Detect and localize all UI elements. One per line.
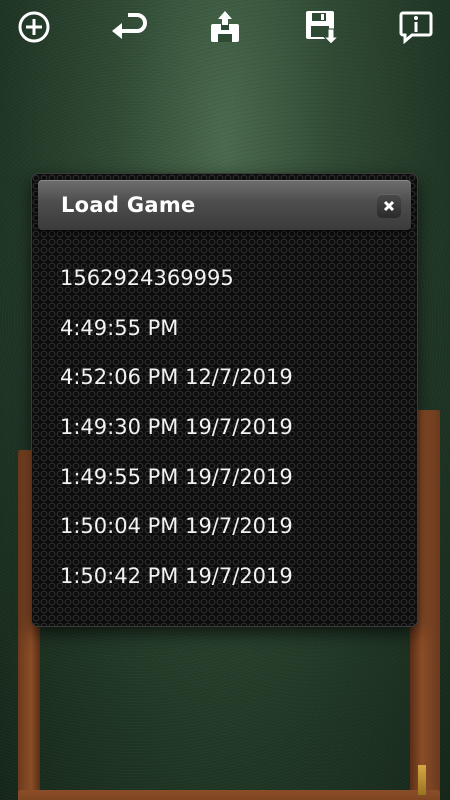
new-game-button[interactable] <box>14 7 54 47</box>
saved-game-item[interactable]: 1562924369995 <box>32 256 417 306</box>
dialog-header: Load Game <box>38 180 411 230</box>
dialog-title: Load Game <box>61 193 196 217</box>
close-icon <box>383 200 395 212</box>
save-game-icon <box>305 11 338 45</box>
saved-game-item[interactable]: 4:49:55 PM <box>32 306 417 356</box>
saved-game-item[interactable]: 1:50:42 PM 19/7/2019 <box>32 554 417 604</box>
info-icon <box>399 11 433 44</box>
load-game-dialog: Load Game 1562924369995 4:49:55 PM 4:52:… <box>32 174 417 626</box>
load-game-button[interactable] <box>205 7 245 47</box>
saved-game-item[interactable]: 1:50:04 PM 19/7/2019 <box>32 504 417 554</box>
close-button[interactable] <box>377 194 401 218</box>
info-button[interactable] <box>396 7 436 47</box>
top-toolbar <box>0 0 450 54</box>
undo-button[interactable] <box>110 7 150 47</box>
saved-game-item[interactable]: 1:49:55 PM 19/7/2019 <box>32 455 417 505</box>
saved-game-item[interactable]: 4:52:06 PM 12/7/2019 <box>32 355 417 405</box>
saved-games-list: 1562924369995 4:49:55 PM 4:52:06 PM 12/7… <box>32 256 417 604</box>
save-game-button[interactable] <box>301 7 341 47</box>
board-gold-trim <box>418 765 426 795</box>
saved-game-item[interactable]: 1:49:30 PM 19/7/2019 <box>32 405 417 455</box>
load-game-icon <box>211 11 239 42</box>
add-circle-icon <box>18 11 50 43</box>
board-bottom-edge <box>18 790 440 800</box>
undo-icon <box>111 13 147 39</box>
